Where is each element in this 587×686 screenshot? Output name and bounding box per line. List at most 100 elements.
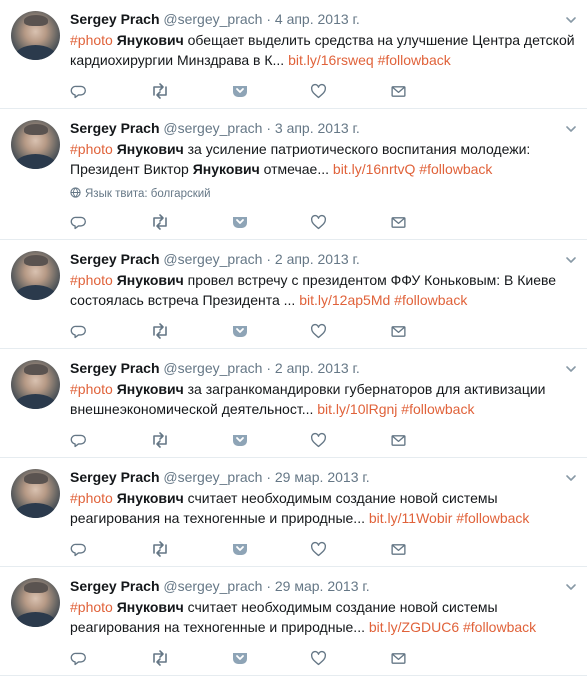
hashtag-photo[interactable]: #photo <box>70 381 113 397</box>
tweet-date[interactable]: 29 мар. 2013 г. <box>275 578 370 594</box>
short-link[interactable]: bit.ly/11Wobir <box>369 510 453 526</box>
fave-bookmark-button[interactable] <box>230 212 310 232</box>
separator: · <box>266 11 271 27</box>
tweet-actions <box>70 74 577 108</box>
tweet-date[interactable]: 4 апр. 2013 г. <box>275 11 360 27</box>
reply-button[interactable] <box>70 648 150 668</box>
retweet-button[interactable] <box>150 430 230 450</box>
avatar[interactable] <box>11 251 60 300</box>
caret-icon[interactable] <box>565 253 577 265</box>
like-button[interactable] <box>310 430 390 450</box>
author-name[interactable]: Sergey Prach <box>70 120 160 136</box>
retweet-button[interactable] <box>150 212 230 232</box>
tweet[interactable]: Sergey Prach @sergey_prach · 2 апр. 2013… <box>0 349 587 458</box>
author-handle[interactable]: @sergey_prach <box>163 251 262 267</box>
retweet-button[interactable] <box>150 81 230 101</box>
caret-icon[interactable] <box>565 580 577 592</box>
reply-button[interactable] <box>70 430 150 450</box>
reply-button[interactable] <box>70 539 150 559</box>
message-button[interactable] <box>390 648 470 668</box>
tweet[interactable]: Sergey Prach @sergey_prach · 4 апр. 2013… <box>0 0 587 109</box>
like-button[interactable] <box>310 539 390 559</box>
avatar[interactable] <box>11 360 60 409</box>
like-button[interactable] <box>310 321 390 341</box>
tweet-header: Sergey Prach @sergey_prach · 29 мар. 201… <box>70 577 577 596</box>
separator: · <box>266 120 271 136</box>
separator: · <box>266 360 271 376</box>
tweet-date[interactable]: 2 апр. 2013 г. <box>275 251 360 267</box>
avatar[interactable] <box>11 469 60 518</box>
tweet[interactable]: Sergey Prach @sergey_prach · 29 мар. 201… <box>0 567 587 676</box>
hashtag-followback[interactable]: #followback <box>463 619 536 635</box>
tweet[interactable]: Sergey Prach @sergey_prach · 29 мар. 201… <box>0 458 587 567</box>
message-button[interactable] <box>390 81 470 101</box>
tweet-date[interactable]: 3 апр. 2013 г. <box>275 120 360 136</box>
retweet-button[interactable] <box>150 321 230 341</box>
tweet[interactable]: Sergey Prach @sergey_prach · 2 апр. 2013… <box>0 240 587 349</box>
hashtag-followback[interactable]: #followback <box>394 292 467 308</box>
fave-bookmark-button[interactable] <box>230 539 310 559</box>
hashtag-followback[interactable]: #followback <box>378 52 451 68</box>
message-button[interactable] <box>390 539 470 559</box>
author-handle[interactable]: @sergey_prach <box>163 360 262 376</box>
fave-bookmark-button[interactable] <box>230 648 310 668</box>
avatar[interactable] <box>11 120 60 169</box>
reply-button[interactable] <box>70 212 150 232</box>
hashtag-followback[interactable]: #followback <box>419 161 492 177</box>
hashtag-photo[interactable]: #photo <box>70 599 113 615</box>
hashtag-photo[interactable]: #photo <box>70 490 113 506</box>
tweet-actions <box>70 641 577 675</box>
hashtag-photo[interactable]: #photo <box>70 141 113 157</box>
retweet-button[interactable] <box>150 648 230 668</box>
fave-bookmark-button[interactable] <box>230 430 310 450</box>
author-name[interactable]: Sergey Prach <box>70 251 160 267</box>
author-name[interactable]: Sergey Prach <box>70 360 160 376</box>
avatar[interactable] <box>11 578 60 627</box>
caret-icon[interactable] <box>565 471 577 483</box>
author-name[interactable]: Sergey Prach <box>70 11 160 27</box>
author-name[interactable]: Sergey Prach <box>70 469 160 485</box>
fave-bookmark-button[interactable] <box>230 321 310 341</box>
message-button[interactable] <box>390 430 470 450</box>
bold-term: Янукович <box>116 141 184 157</box>
hashtag-photo[interactable]: #photo <box>70 32 113 48</box>
retweet-button[interactable] <box>150 539 230 559</box>
caret-icon[interactable] <box>565 122 577 134</box>
tweet-text: #photo Янукович считает необходимым созд… <box>70 597 575 637</box>
short-link[interactable]: bit.ly/16rsweq <box>288 52 374 68</box>
caret-icon[interactable] <box>565 13 577 25</box>
message-button[interactable] <box>390 212 470 232</box>
tweet-date[interactable]: 2 апр. 2013 г. <box>275 360 360 376</box>
caret-icon[interactable] <box>565 362 577 374</box>
globe-icon <box>70 187 81 201</box>
tweet-date[interactable]: 29 мар. 2013 г. <box>275 469 370 485</box>
fave-bookmark-icon <box>233 217 247 228</box>
tweet-text: #photo Янукович считает необходимым созд… <box>70 488 575 528</box>
author-handle[interactable]: @sergey_prach <box>163 11 262 27</box>
avatar[interactable] <box>11 11 60 60</box>
short-link[interactable]: bit.ly/12ap5Md <box>299 292 390 308</box>
tweet-actions <box>70 423 577 457</box>
like-button[interactable] <box>310 648 390 668</box>
tweet[interactable]: Sergey Prach @sergey_prach · 3 апр. 2013… <box>0 109 587 240</box>
author-handle[interactable]: @sergey_prach <box>163 578 262 594</box>
tweet-header: Sergey Prach @sergey_prach · 4 апр. 2013… <box>70 10 577 29</box>
short-link[interactable]: bit.ly/16nrtvQ <box>333 161 415 177</box>
message-button[interactable] <box>390 321 470 341</box>
reply-button[interactable] <box>70 321 150 341</box>
author-name[interactable]: Sergey Prach <box>70 578 160 594</box>
short-link[interactable]: bit.ly/10lRgnj <box>317 401 397 417</box>
like-button[interactable] <box>310 81 390 101</box>
hashtag-followback[interactable]: #followback <box>401 401 474 417</box>
retweet-icon <box>153 83 167 99</box>
hashtag-photo[interactable]: #photo <box>70 272 113 288</box>
fave-bookmark-button[interactable] <box>230 81 310 101</box>
short-link[interactable]: bit.ly/ZGDUC6 <box>369 619 459 635</box>
tweet-actions <box>70 314 577 348</box>
author-handle[interactable]: @sergey_prach <box>163 469 262 485</box>
hashtag-followback[interactable]: #followback <box>456 510 529 526</box>
fave-bookmark-icon <box>233 326 247 337</box>
reply-button[interactable] <box>70 81 150 101</box>
like-button[interactable] <box>310 212 390 232</box>
author-handle[interactable]: @sergey_prach <box>163 120 262 136</box>
